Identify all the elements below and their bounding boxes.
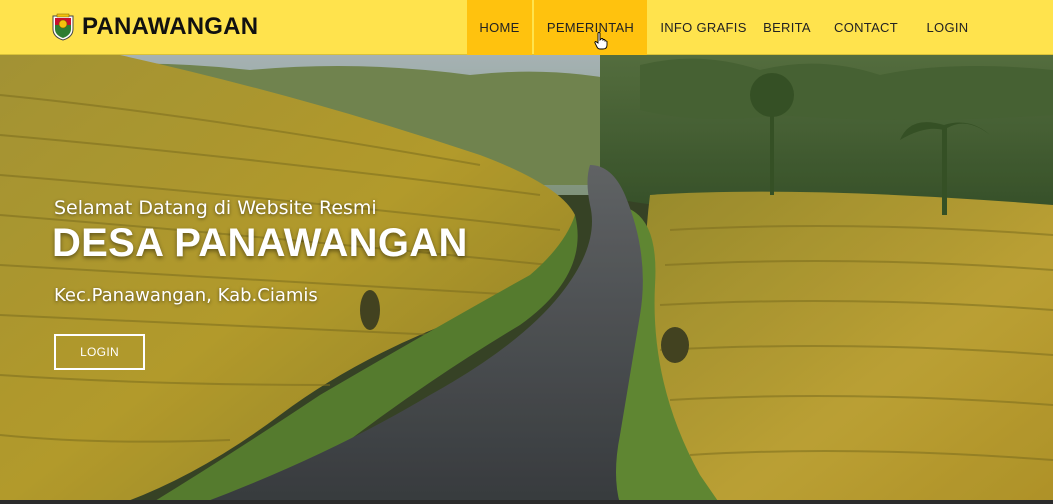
- hero-overlay: [0, 55, 1053, 504]
- hero-subtitle: Kec.Panawangan, Kab.Ciamis: [54, 285, 318, 306]
- hand-cursor-icon: [594, 32, 608, 50]
- nav-berita[interactable]: BERITA: [762, 0, 812, 55]
- hero-title: DESA PANAWANGAN: [52, 221, 468, 265]
- nav-login[interactable]: LOGIN: [910, 0, 985, 55]
- nav-pemerintah[interactable]: PEMERINTAH: [534, 0, 647, 55]
- hero-greeting: Selamat Datang di Website Resmi: [54, 197, 377, 219]
- nav-info-grafis[interactable]: INFO GRAFIS: [647, 0, 760, 55]
- main-nav: HOME PEMERINTAH INFO GRAFIS BERITA CONTA…: [467, 0, 985, 55]
- nav-home[interactable]: HOME: [467, 0, 532, 55]
- brand-name: PANAWANGAN: [82, 13, 259, 40]
- navbar: PANAWANGAN HOME PEMERINTAH INFO GRAFIS B…: [0, 0, 1053, 55]
- crest-icon: [52, 13, 74, 41]
- hero-login-button[interactable]: LOGIN: [54, 334, 145, 370]
- bottom-edge: [0, 500, 1053, 504]
- nav-contact[interactable]: CONTACT: [822, 0, 910, 55]
- brand[interactable]: PANAWANGAN: [52, 0, 258, 55]
- hero-section: Selamat Datang di Website Resmi DESA PAN…: [0, 55, 1053, 504]
